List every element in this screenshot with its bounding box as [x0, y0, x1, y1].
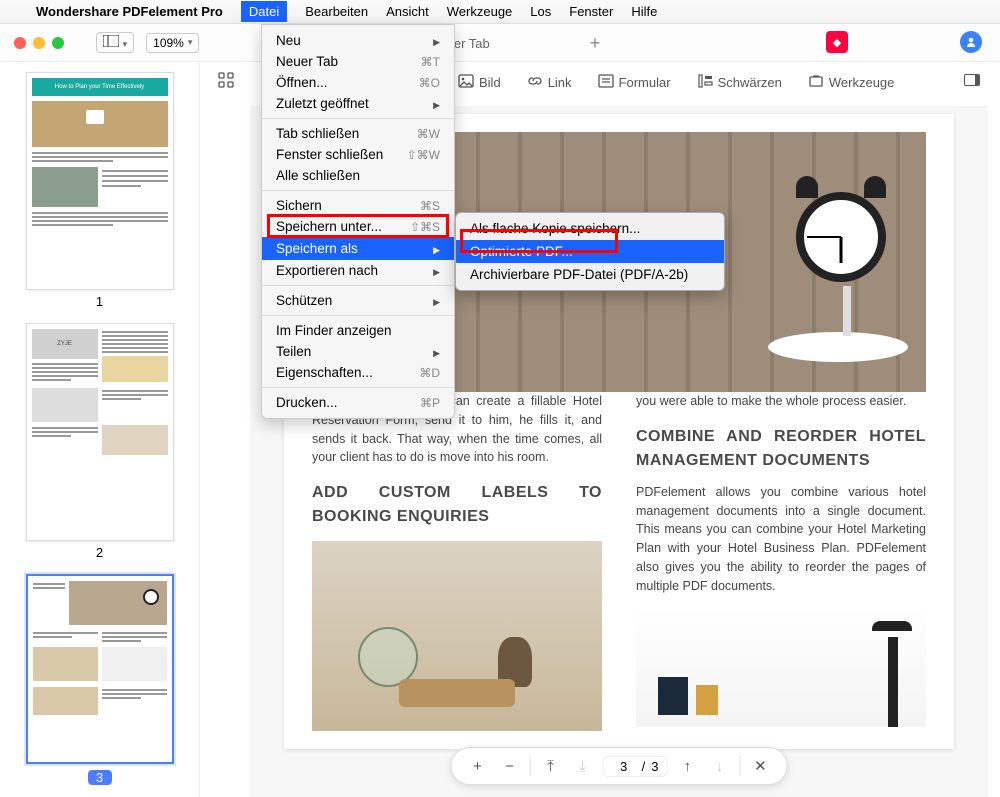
zoom-in-button[interactable]: +	[466, 754, 490, 778]
redact-icon	[697, 74, 713, 91]
page-navigation-bar: + − ⤒ ⤓ / 3 ↑ ↓ ✕	[451, 747, 788, 785]
menu-item-alle-schlie-en[interactable]: Alle schließen	[262, 165, 454, 186]
image-icon	[458, 74, 474, 91]
menu-item-speichern-als[interactable]: Speichern als	[262, 237, 454, 260]
fullscreen-window-icon[interactable]	[52, 37, 64, 49]
total-pages: 3	[651, 759, 658, 774]
menu-item-sch-tzen[interactable]: Schützen	[262, 290, 454, 311]
left-heading: ADD CUSTOM LABELS TO BOOKING ENQUIRIES	[312, 481, 602, 529]
tool-formular[interactable]: Formular	[598, 74, 671, 91]
menu-datei[interactable]: Datei	[241, 1, 287, 22]
user-avatar-icon[interactable]	[960, 31, 982, 53]
tool-werkzeuge[interactable]: Werkzeuge	[808, 74, 895, 91]
app-title: Wondershare PDFelement Pro	[36, 4, 223, 19]
right-paragraph-1: you were able to make the whole process …	[636, 392, 926, 411]
tools-icon	[808, 74, 824, 91]
right-heading: COMBINE AND REORDER HOTEL MANAGEMENT DOC…	[636, 425, 926, 473]
sub-toolbar: Bild Link Formular Schwärzen Werkzeuge	[458, 62, 894, 102]
right-photo	[636, 607, 926, 727]
page-thumbnail-1[interactable]: How to Plan your Time Effectively	[26, 72, 174, 290]
menu-item-sichern[interactable]: Sichern⌘S	[262, 195, 454, 216]
link-icon	[527, 74, 543, 91]
close-nav-button[interactable]: ✕	[748, 754, 772, 778]
menu-item-tab-schlie-en[interactable]: Tab schließen⌘W	[262, 123, 454, 144]
menu-los[interactable]: Los	[530, 4, 551, 19]
tool-link[interactable]: Link	[527, 74, 572, 91]
brand-badge-icon[interactable]: ◆	[826, 31, 848, 53]
submenu-pdfa[interactable]: Archivierbare PDF-Datei (PDF/A-2b)	[456, 263, 724, 286]
menu-item-exportieren-nach[interactable]: Exportieren nach	[262, 260, 454, 281]
menu-item-im-finder-anzeigen[interactable]: Im Finder anzeigen	[262, 320, 454, 341]
tool-bild[interactable]: Bild	[458, 74, 501, 91]
menu-hilfe[interactable]: Hilfe	[631, 4, 657, 19]
next-page-button[interactable]: ↓	[707, 754, 731, 778]
tool-schwaerzen[interactable]: Schwärzen	[697, 74, 782, 91]
first-page-button[interactable]: ⤒	[539, 754, 563, 778]
highlight-annotation-2	[460, 229, 618, 253]
menu-item-neuer-tab[interactable]: Neuer Tab⌘T	[262, 51, 454, 72]
close-window-icon[interactable]	[14, 37, 26, 49]
menu-fenster[interactable]: Fenster	[569, 4, 613, 19]
left-photo	[312, 541, 602, 731]
highlight-annotation-1	[267, 214, 449, 238]
menu-item-eigenschaften-[interactable]: Eigenschaften...⌘D	[262, 362, 454, 383]
menu-ansicht[interactable]: Ansicht	[386, 4, 429, 19]
grid-view-icon[interactable]	[218, 72, 234, 93]
right-paragraph-2: PDFelement allows you combine various ho…	[636, 483, 926, 596]
zoom-out-button[interactable]: −	[498, 754, 522, 778]
menu-item-teilen[interactable]: Teilen	[262, 341, 454, 362]
menu-bearbeiten[interactable]: Bearbeiten	[305, 4, 368, 19]
menubar: Wondershare PDFelement Pro Datei Bearbei…	[0, 0, 1000, 24]
current-page-input[interactable]	[612, 759, 636, 774]
last-page-button[interactable]: ⤓	[571, 754, 595, 778]
thumb-label-2: 2	[14, 545, 185, 560]
minimize-window-icon[interactable]	[33, 37, 45, 49]
prev-page-button[interactable]: ↑	[675, 754, 699, 778]
page-number-field[interactable]: / 3	[603, 756, 668, 777]
menu-item-drucken-[interactable]: Drucken...⌘P	[262, 392, 454, 413]
menu-werkzeuge[interactable]: Werkzeuge	[447, 4, 513, 19]
add-tab-icon[interactable]: +	[590, 33, 601, 54]
zoom-selector[interactable]: 109% ▾	[146, 33, 199, 53]
sidebar-toggle-button[interactable]: ▾	[96, 32, 134, 53]
page-thumbnail-3[interactable]	[26, 574, 174, 764]
traffic-lights	[14, 37, 64, 49]
panel-toggle-icon[interactable]	[964, 74, 980, 86]
thumbnail-sidebar: How to Plan your Time Effectively 1 ZYJE	[0, 62, 200, 797]
zoom-value: 109%	[153, 36, 184, 50]
thumb-label-3: 3	[88, 770, 112, 785]
page-thumbnail-2[interactable]: ZYJE	[26, 323, 174, 541]
tab-bar: Neuer Tab +	[430, 24, 600, 62]
menu-item-neu[interactable]: Neu	[262, 30, 454, 51]
menu-item-zuletzt-ge-ffnet[interactable]: Zuletzt geöffnet	[262, 93, 454, 114]
menu-item-fenster-schlie-en[interactable]: Fenster schließen⇧⌘W	[262, 144, 454, 165]
menu-item--ffnen-[interactable]: Öffnen...⌘O	[262, 72, 454, 93]
thumb-label-1: 1	[14, 294, 185, 309]
form-icon	[598, 74, 614, 91]
